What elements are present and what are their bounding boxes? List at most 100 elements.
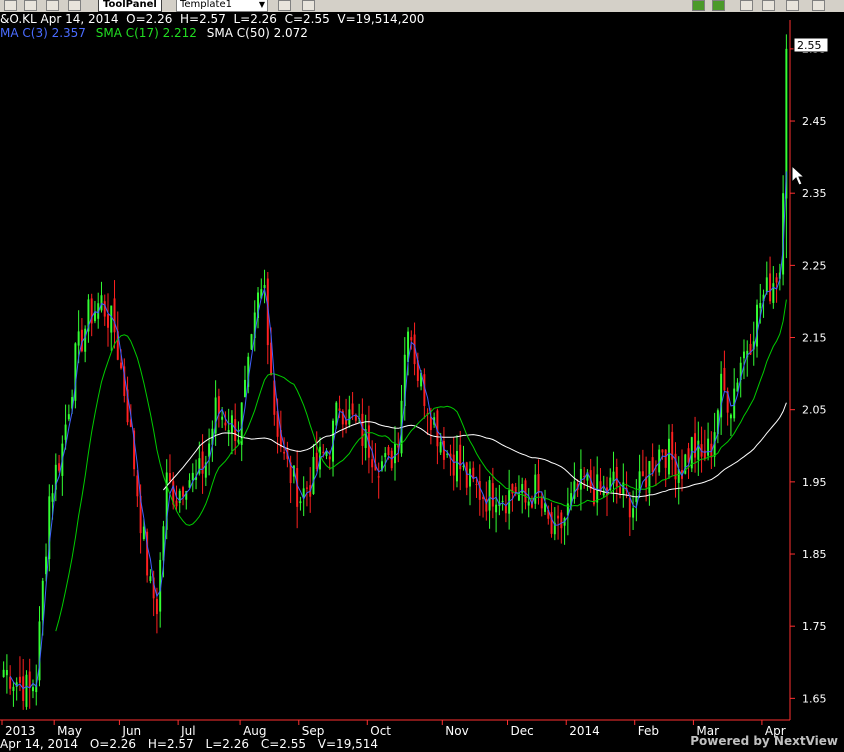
candle-body [299, 501, 302, 504]
candle-body [491, 483, 494, 507]
candle-body [390, 450, 393, 469]
candle-body [64, 424, 67, 440]
candle-body [5, 669, 8, 676]
list-icon[interactable] [46, 0, 59, 11]
zoom-reset-icon[interactable] [786, 0, 799, 11]
candle-body [521, 484, 524, 493]
candle-body [759, 303, 762, 309]
footer-high: H=2.57 [147, 737, 194, 751]
candle-body [371, 459, 374, 468]
footer-volume: V=19,514 [317, 737, 379, 751]
candle-body [619, 487, 622, 494]
volume-label: V=19,514,200 [337, 12, 425, 26]
candle-body [328, 456, 331, 460]
candle-body [394, 443, 396, 464]
open-label: O=2.26 [126, 12, 173, 26]
chart-header: &O.KL Apr 14, 2014 O=2.26 H=2.57 L=2.26 … [0, 12, 424, 42]
candle-body [697, 440, 700, 460]
candle-body [175, 500, 178, 507]
candle-body [155, 598, 158, 615]
refresh-icon[interactable] [812, 0, 825, 11]
y-tick-label: 1.95 [802, 476, 827, 489]
candle-body [348, 409, 351, 425]
candle-body [534, 474, 537, 504]
high-label: H=2.57 [180, 12, 226, 26]
x-tick-label: Aug [243, 724, 266, 738]
candle-body [217, 396, 220, 414]
candle-body [769, 273, 772, 302]
symbol-label: &O.KL [0, 12, 37, 26]
candle-body [384, 453, 387, 458]
sma-50-legend: SMA C(50) 2.072 [206, 26, 308, 40]
zoom-out-icon[interactable] [762, 0, 775, 11]
candle-body [113, 298, 116, 333]
bookmark-icon[interactable] [24, 0, 37, 11]
candle-body [224, 422, 227, 426]
candle-body [250, 334, 253, 350]
chevron-down-icon: ▼ [258, 0, 265, 9]
candle-body [504, 505, 507, 514]
ohlc-header: &O.KL Apr 14, 2014 O=2.26 H=2.57 L=2.26 … [0, 12, 424, 26]
low-label: L=2.26 [233, 12, 277, 26]
candle-body [501, 500, 504, 502]
candle-body [723, 367, 726, 391]
chart-tool-icon[interactable] [278, 0, 291, 11]
candle-body [32, 687, 34, 692]
candle-body [641, 471, 644, 477]
candle-body [475, 484, 478, 486]
candle-body [550, 512, 553, 534]
candle-body [312, 456, 315, 494]
candle-body [648, 461, 651, 494]
candle-body [136, 475, 139, 497]
candle-body [756, 304, 758, 347]
candle-body [664, 449, 667, 468]
candle-body [651, 457, 654, 473]
indicator-header: MA C(3) 2.357 SMA C(17) 2.212 SMA C(50) … [0, 26, 424, 40]
candle-body [120, 362, 123, 369]
candle-body [18, 676, 21, 683]
price-chart[interactable]: 2.55 2.45 2.35 2.25 2.15 2.05 1.95 1.85 1.75 1.65… [0, 12, 844, 752]
candle-body [9, 676, 12, 689]
candle-body [560, 512, 563, 529]
candle-body [28, 671, 31, 688]
print-preview-icon[interactable] [302, 0, 315, 11]
candle-body [77, 331, 80, 346]
candle-body [410, 337, 413, 341]
candle-body [661, 449, 664, 453]
cursor-icon[interactable] [68, 0, 81, 11]
template-select[interactable]: Template1 ▼ [176, 0, 268, 12]
candle-body [772, 283, 775, 303]
x-tick-label: Oct [370, 724, 391, 738]
candle-body [537, 474, 540, 493]
candle-body [201, 451, 204, 474]
print-icon[interactable] [4, 0, 17, 11]
last-price-marker: 2.55 [793, 37, 829, 53]
candle-body [103, 301, 106, 317]
footer-close: C=2.55 [260, 737, 306, 751]
x-tick-label: 2013 [5, 724, 36, 738]
x-tick-label: Jun [121, 724, 141, 738]
candle-body [596, 474, 599, 503]
candle-body [351, 403, 354, 415]
y-tick-label: 2.25 [802, 259, 827, 272]
y-tick-label: 2.45 [802, 115, 827, 128]
up-arrow-icon[interactable] [692, 0, 705, 11]
candle-body [729, 414, 732, 419]
date-label: Apr 14, 2014 [40, 12, 119, 26]
candle-body [243, 379, 246, 398]
candle-body [361, 413, 364, 446]
down-arrow-icon[interactable] [712, 0, 725, 11]
zoom-in-icon[interactable] [740, 0, 753, 11]
candle-body [58, 463, 61, 471]
y-tick-label: 1.85 [802, 548, 827, 561]
candle-body [524, 480, 527, 503]
watermark: Powered by NextView [690, 734, 838, 748]
candle-body [667, 438, 670, 475]
candle-body [182, 487, 184, 497]
candle-body [465, 462, 468, 488]
candle-body [2, 669, 5, 678]
candle-body [377, 476, 380, 478]
candle-body [107, 314, 109, 328]
candle-body [540, 496, 543, 509]
toolpanel-button[interactable]: ToolPanel [98, 0, 162, 12]
